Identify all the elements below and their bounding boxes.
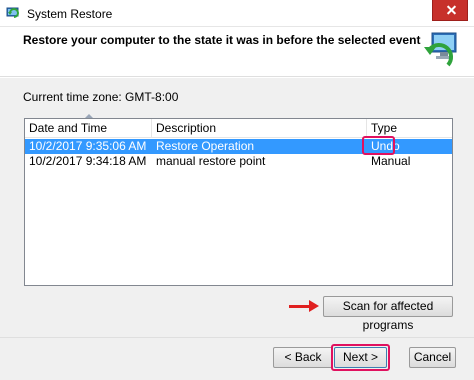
system-restore-graphic-icon: [424, 32, 457, 67]
table-row[interactable]: 10/2/2017 9:35:06 AM Restore Operation U…: [25, 136, 452, 155]
header-instruction: Restore your computer to the state it wa…: [23, 33, 421, 47]
row-date: 10/2/2017 9:34:18 AM: [29, 154, 147, 168]
column-header-date[interactable]: Date and Time: [25, 114, 152, 138]
arrow-head-icon: [309, 300, 319, 312]
system-restore-icon: [6, 7, 19, 18]
cancel-button[interactable]: Cancel: [409, 347, 456, 368]
row-type: Manual: [371, 154, 411, 168]
column-header-description[interactable]: Description: [152, 119, 367, 138]
type-highlight-box: [362, 136, 395, 155]
table-row[interactable]: 10/2/2017 9:34:18 AM manual restore poin…: [25, 154, 452, 169]
pointer-arrow: [289, 305, 311, 308]
row-date: 10/2/2017 9:35:06 AM: [29, 139, 147, 153]
next-highlight-box: [331, 344, 390, 371]
sort-caret-icon: [85, 114, 93, 118]
restore-points-list[interactable]: Date and Time Description Type 10/2/2017…: [24, 114, 453, 286]
footer-divider: [0, 337, 474, 338]
window-title: System Restore: [27, 7, 113, 21]
wizard-header: Restore your computer to the state it wa…: [0, 27, 474, 77]
row-description: manual restore point: [156, 154, 266, 168]
close-button[interactable]: [432, 0, 468, 21]
row-description: Restore Operation: [156, 139, 255, 153]
timezone-label: Current time zone: GMT-8:00: [23, 90, 179, 104]
title-bar: System Restore: [0, 0, 474, 27]
scan-affected-programs-button[interactable]: Scan for affected programs: [323, 296, 453, 332]
back-button[interactable]: < Back: [273, 347, 333, 368]
